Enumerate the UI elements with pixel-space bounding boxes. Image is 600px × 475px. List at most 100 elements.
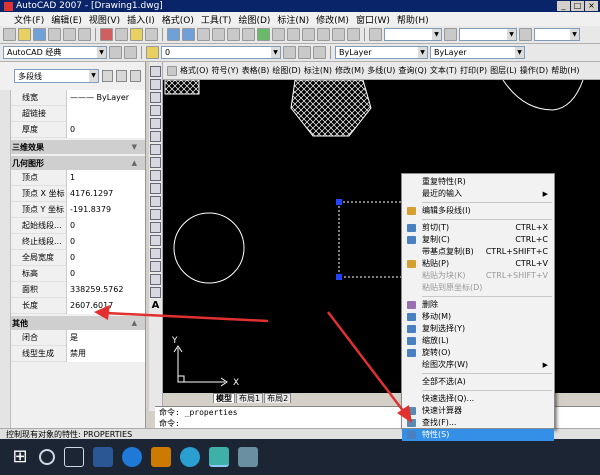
- color-combo[interactable]: ByLayer ▼: [335, 46, 428, 59]
- toolbar-menu-item[interactable]: 文本(T): [430, 65, 457, 76]
- zoom-window-icon[interactable]: [227, 28, 240, 41]
- toolbar-menu-item[interactable]: 符号(Y): [212, 65, 239, 76]
- dim-style-icon[interactable]: [444, 28, 457, 41]
- spline-icon[interactable]: [150, 170, 161, 181]
- minimize-button[interactable]: _: [557, 1, 570, 11]
- select-objects-icon[interactable]: [116, 70, 127, 82]
- menu-insert[interactable]: 插入(I): [127, 13, 155, 26]
- object-type-select[interactable]: 多段线 ▼: [14, 69, 100, 83]
- sheet-set-icon[interactable]: [302, 28, 315, 41]
- paste-icon[interactable]: [130, 28, 143, 41]
- toolbar-menu-item[interactable]: 标注(N): [304, 65, 332, 76]
- property-row[interactable]: 终止线段... 0: [11, 233, 145, 250]
- print-icon[interactable]: [48, 28, 61, 41]
- ellipse-arc-icon[interactable]: [150, 196, 161, 207]
- revision-cloud-icon[interactable]: [150, 157, 161, 168]
- toolbar-menu-item[interactable]: 操作(D): [520, 65, 548, 76]
- context-menu-item[interactable]: 快速选择(Q)...: [402, 393, 554, 405]
- toolbar-menu-item[interactable]: 修改(M): [335, 65, 364, 76]
- windows-start-icon[interactable]: ⊞: [10, 447, 30, 467]
- property-row[interactable]: 顶点 1: [11, 169, 145, 186]
- tab-layout2[interactable]: 布局2: [264, 393, 292, 403]
- menu-tools[interactable]: 工具(T): [201, 13, 232, 26]
- toolbar-menu-item[interactable]: 表格(B): [242, 65, 270, 76]
- palette-scrollbar[interactable]: [0, 90, 11, 428]
- table-icon[interactable]: [150, 287, 161, 298]
- preview-icon[interactable]: [63, 28, 76, 41]
- menu-draw[interactable]: 绘图(D): [238, 13, 270, 26]
- context-menu-item[interactable]: 移动(M): [402, 311, 554, 323]
- toolbar-menu-item[interactable]: 图层(L): [490, 65, 517, 76]
- section-3d-effects[interactable]: 三维效果 ▼: [0, 140, 145, 154]
- zoom-realtime-icon[interactable]: [212, 28, 225, 41]
- copy-icon[interactable]: [115, 28, 128, 41]
- workspace-combo[interactable]: AutoCAD 经典 ▼: [3, 46, 107, 59]
- ellipse-icon[interactable]: [150, 183, 161, 194]
- match-properties-icon[interactable]: [145, 28, 158, 41]
- context-menu-item[interactable]: 快速计算器: [402, 405, 554, 417]
- search-icon[interactable]: [39, 449, 55, 465]
- context-menu-item[interactable]: 绘图次序(W) ▶: [402, 359, 554, 371]
- multiline-text-icon[interactable]: A: [152, 300, 160, 311]
- property-row[interactable]: 顶点 Y 坐标 -191.8379: [11, 201, 145, 218]
- toolbar-grip-icon[interactable]: [167, 65, 177, 76]
- menu-window[interactable]: 窗口(W): [356, 13, 390, 26]
- property-row[interactable]: 顶点 X 坐标 4176.1297: [11, 185, 145, 202]
- area-row[interactable]: 面积 338259.5762: [11, 281, 145, 298]
- store-icon[interactable]: [151, 447, 171, 467]
- menu-edit[interactable]: 编辑(E): [51, 13, 82, 26]
- help-icon[interactable]: [347, 28, 360, 41]
- circle-shape[interactable]: [173, 212, 245, 284]
- context-menu-item[interactable]: 复制(C) CTRL+C: [402, 234, 554, 246]
- context-menu-item[interactable]: 带基点复制(B) CTRL+SHIFT+C: [402, 246, 554, 258]
- toolbar-menu-item[interactable]: 查询(Q): [398, 65, 427, 76]
- hatched-rectangle[interactable]: [164, 80, 200, 95]
- context-menu-item[interactable]: 重复特性(R): [402, 176, 554, 188]
- design-center-icon[interactable]: [272, 28, 285, 41]
- text-style-icon[interactable]: [369, 28, 382, 41]
- polygon-icon[interactable]: [150, 105, 161, 116]
- context-menu-item[interactable]: 全部不选(A): [402, 376, 554, 388]
- polyline-icon[interactable]: [150, 92, 161, 103]
- arc-shape[interactable]: [502, 80, 584, 111]
- circle-icon[interactable]: [150, 144, 161, 155]
- quick-select-icon[interactable]: [130, 70, 141, 82]
- toolbar-menu-item[interactable]: 绘图(D): [272, 65, 300, 76]
- property-row[interactable]: 超链接: [11, 105, 145, 122]
- section-misc[interactable]: 其他 ▲: [0, 316, 145, 330]
- cut-icon[interactable]: [100, 28, 113, 41]
- layer-icon[interactable]: [146, 46, 159, 59]
- context-menu-item[interactable]: 剪切(T) CTRL+X: [402, 222, 554, 234]
- zoom-previous-icon[interactable]: [242, 28, 255, 41]
- open-file-icon[interactable]: [18, 28, 31, 41]
- workspace-settings-icon[interactable]: [109, 46, 122, 59]
- property-row[interactable]: 闭合 是: [11, 329, 145, 346]
- property-row[interactable]: 长度 2607.6017: [11, 297, 145, 314]
- toolbar-menu-item[interactable]: 打印(P): [460, 65, 487, 76]
- autocad-taskbar-icon[interactable]: [209, 447, 229, 467]
- context-menu-item[interactable]: 复制选择(Y): [402, 323, 554, 335]
- redo-icon[interactable]: [182, 28, 195, 41]
- undo-icon[interactable]: [167, 28, 180, 41]
- line-icon[interactable]: [150, 66, 161, 77]
- layer-manager-icon[interactable]: [124, 46, 137, 59]
- dim-style-combo[interactable]: ▼: [459, 28, 517, 41]
- construction-line-icon[interactable]: [150, 79, 161, 90]
- context-menu-item[interactable]: 删除: [402, 299, 554, 311]
- tool-palettes-icon[interactable]: [287, 28, 300, 41]
- word-app-icon[interactable]: [93, 447, 113, 467]
- layer-combo[interactable]: 0 ▼: [161, 46, 281, 59]
- grip-point[interactable]: [336, 199, 342, 205]
- menu-view[interactable]: 视图(V): [89, 13, 120, 26]
- save-icon[interactable]: [33, 28, 46, 41]
- hatched-polygon[interactable]: [290, 80, 372, 137]
- context-menu-item[interactable]: 最近的输入 ▶: [402, 188, 554, 200]
- maximize-button[interactable]: □: [571, 1, 584, 11]
- markup-icon[interactable]: [317, 28, 330, 41]
- insert-block-icon[interactable]: [150, 209, 161, 220]
- rectangle-icon[interactable]: [150, 118, 161, 129]
- region-icon[interactable]: [150, 274, 161, 285]
- context-menu-item[interactable]: 特性(S): [402, 429, 554, 441]
- context-menu-item[interactable]: 编辑多段线(I): [402, 205, 554, 217]
- grip-point[interactable]: [336, 274, 342, 280]
